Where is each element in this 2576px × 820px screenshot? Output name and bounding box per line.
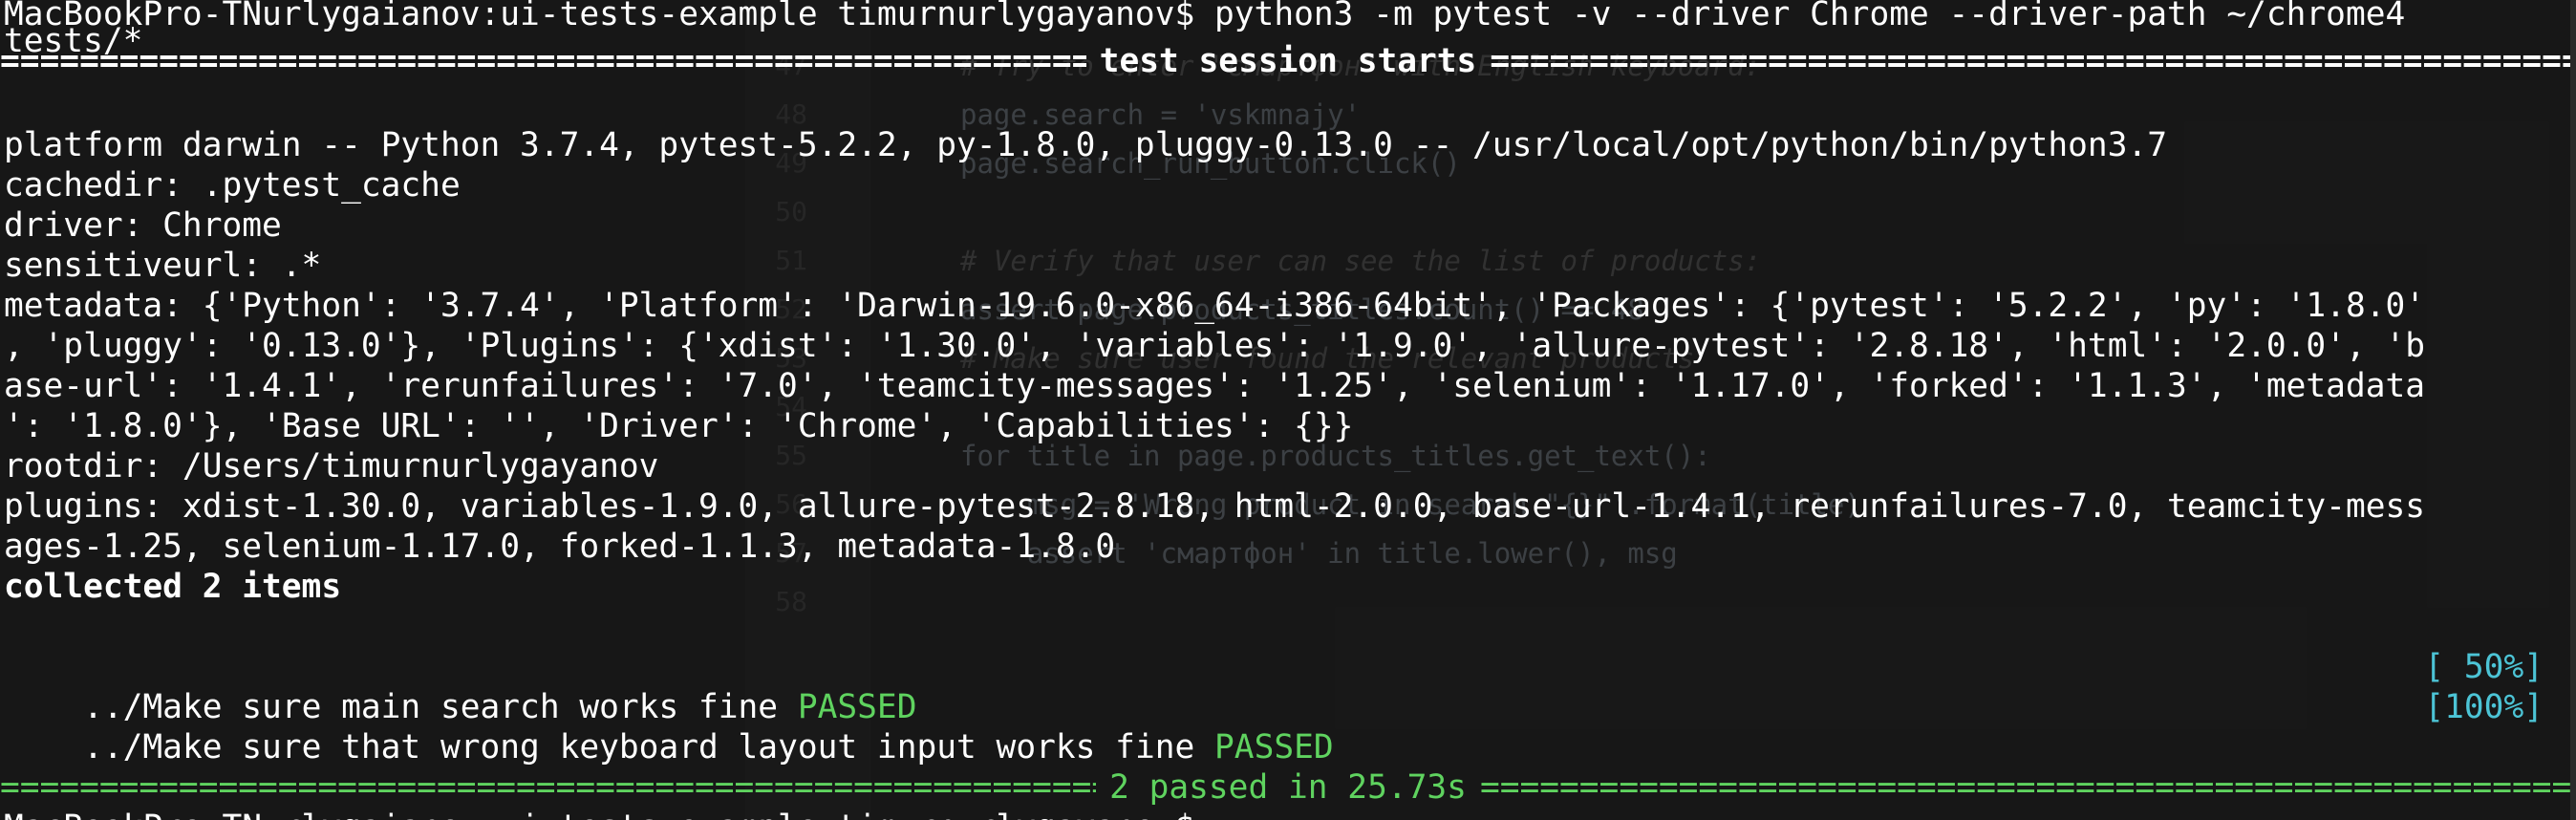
metadata-line: metadata: {'Python': '3.7.4', 'Platform'… xyxy=(4,287,2426,325)
terminal-scrollbar[interactable] xyxy=(2570,0,2576,820)
driver-info: driver: Chrome xyxy=(4,206,282,245)
test-status: PASSED xyxy=(1214,728,1334,766)
summary-separator: 2 passed in 25.73s xyxy=(0,767,2576,808)
test-progress: [100%] xyxy=(2424,688,2544,726)
session-start-separator: test session starts xyxy=(0,41,2576,81)
cachedir-info: cachedir: .pytest_cache xyxy=(4,166,461,205)
metadata-line: , 'pluggy': '0.13.0'}, 'Plugins': {'xdis… xyxy=(4,327,2426,365)
test-result-row: ../Make sure main search works fine PASS… xyxy=(4,647,2576,726)
sensitiveurl-info: sensitiveurl: .* xyxy=(4,247,322,285)
test-name: ../Make sure that wrong keyboard layout … xyxy=(83,728,1215,766)
terminal-window[interactable]: MacBookPro-TNurlygaianov:ui-tests-exampl… xyxy=(0,0,2576,820)
metadata-line: ': '1.8.0'}, 'Base URL': '', 'Driver': '… xyxy=(4,407,1354,445)
plugins-line: plugins: xdist-1.30.0, variables-1.9.0, … xyxy=(4,487,2426,526)
session-header: test session starts xyxy=(1099,42,1477,80)
plugins-line: ages-1.25, selenium-1.17.0, forked-1.1.3… xyxy=(4,528,1116,566)
collected-items: collected 2 items xyxy=(4,568,342,606)
platform-info: platform darwin -- Python 3.7.4, pytest-… xyxy=(4,126,2168,164)
next-command-prompt: MacBookPro-TNurlygaianov:ui-tests-exampl… xyxy=(4,808,2576,820)
test-result-row: ../Make sure that wrong keyboard layout … xyxy=(4,687,2576,766)
summary-text: 2 passed in 25.73s xyxy=(1109,768,1467,807)
rootdir-info: rootdir: /Users/timurnurlygayanov xyxy=(4,447,659,486)
test-progress: [ 50%] xyxy=(2424,648,2544,686)
metadata-line: ase-url': '1.4.1', 'rerunfailures': '7.0… xyxy=(4,367,2426,405)
